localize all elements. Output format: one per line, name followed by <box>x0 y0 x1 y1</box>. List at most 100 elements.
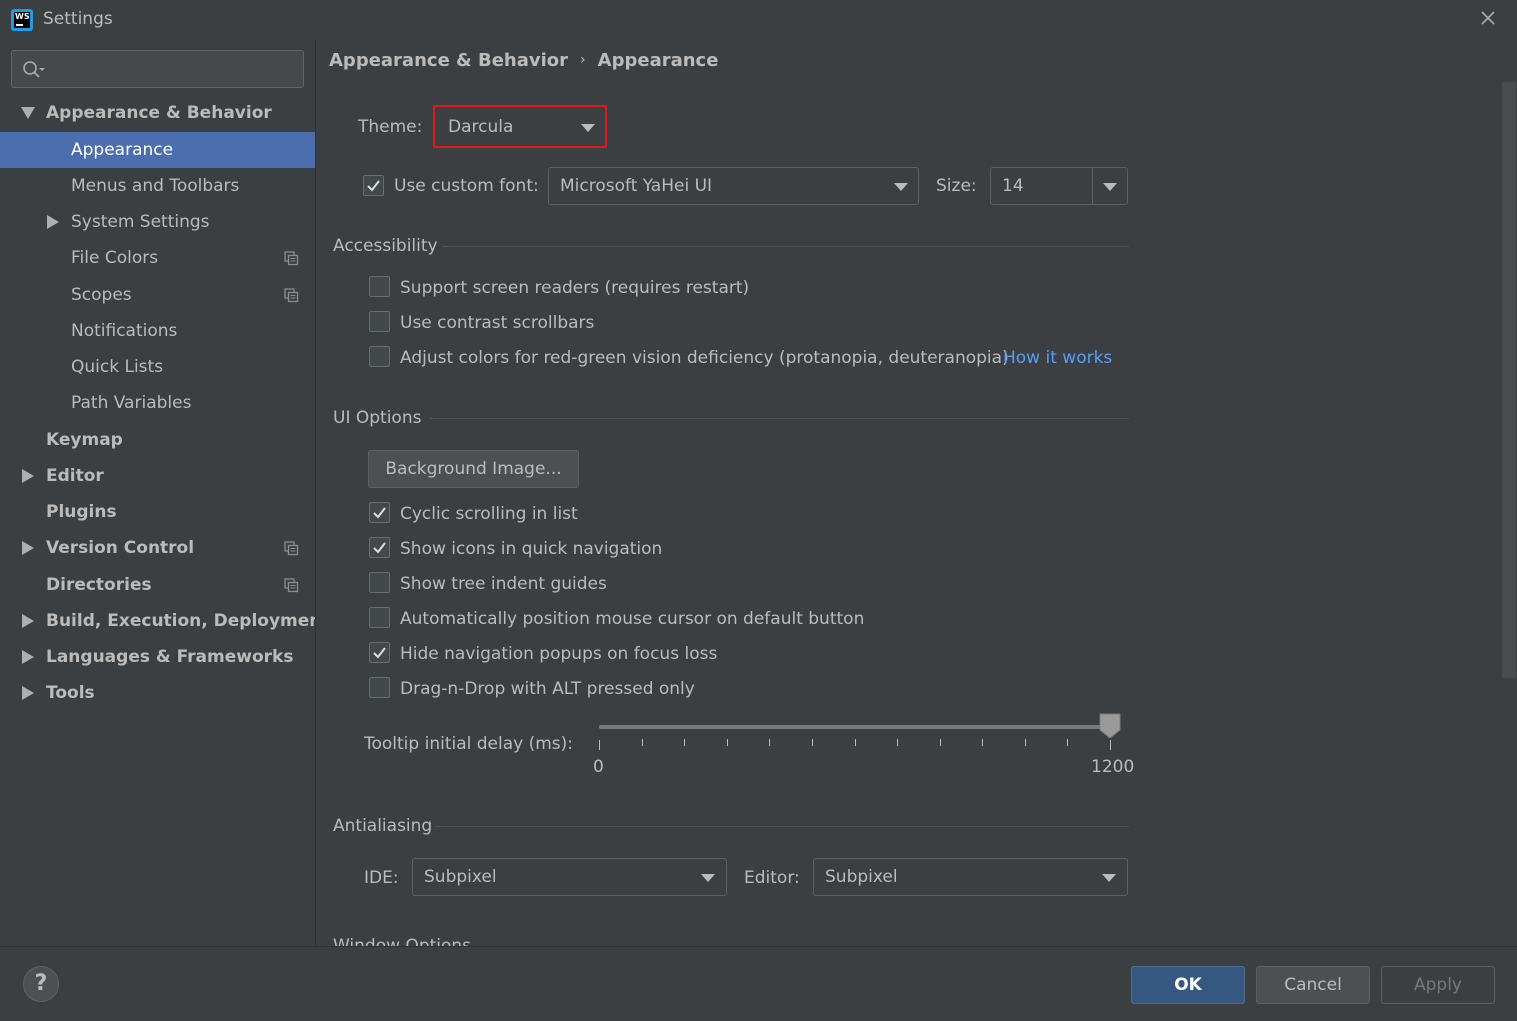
tooltip-delay-min-label: 0 <box>593 757 604 777</box>
window-title: Settings <box>43 9 113 29</box>
accessibility-option-checkbox[interactable] <box>369 346 390 367</box>
font-size-value[interactable]: 14 <box>1002 168 1024 204</box>
section-divider <box>435 826 1129 827</box>
ui-option-label: Drag-n-Drop with ALT pressed only <box>400 679 695 699</box>
sidebar-item[interactable]: File Colors <box>0 240 315 276</box>
search-icon[interactable] <box>22 60 46 80</box>
editor-antialiasing-label: Editor: <box>744 868 800 888</box>
editor-antialiasing-dropdown[interactable]: Subpixel <box>813 858 1128 896</box>
sidebar-item[interactable]: Editor <box>0 458 315 494</box>
help-button[interactable]: ? <box>23 966 59 1002</box>
title-bar: WS Settings <box>0 0 1517 40</box>
sidebar-item[interactable]: Menus and Toolbars <box>0 168 315 204</box>
slider-tick <box>684 739 685 746</box>
sidebar-item[interactable]: Directories <box>0 567 315 603</box>
custom-font-dropdown[interactable]: Microsoft YaHei UI <box>548 167 919 205</box>
apply-button[interactable]: Apply <box>1381 966 1495 1004</box>
collapsed-arrow-icon[interactable] <box>22 650 34 664</box>
combo-divider <box>1092 168 1093 204</box>
breadcrumb-separator: › <box>580 52 586 68</box>
sidebar-item-label: System Settings <box>71 212 210 232</box>
ui-option-checkbox[interactable] <box>369 502 390 523</box>
sidebar-item-label: Editor <box>46 466 104 486</box>
chevron-down-icon <box>701 874 715 882</box>
sidebar-item[interactable]: Appearance & Behavior <box>0 95 315 131</box>
sidebar-item[interactable]: Languages & Frameworks <box>0 639 315 675</box>
collapsed-arrow-icon[interactable] <box>22 614 34 628</box>
slider-tick <box>982 739 983 746</box>
collapsed-arrow-icon[interactable] <box>47 215 59 229</box>
expanded-arrow-icon[interactable] <box>21 107 35 119</box>
chevron-down-icon[interactable] <box>1103 183 1117 191</box>
collapsed-arrow-icon[interactable] <box>22 686 34 700</box>
ide-antialiasing-label: IDE: <box>364 868 399 888</box>
sidebar-item[interactable]: Plugins <box>0 494 315 530</box>
ui-option-checkbox[interactable] <box>369 572 390 593</box>
close-icon[interactable] <box>1478 8 1498 28</box>
use-custom-font-checkbox[interactable] <box>363 175 384 196</box>
ui-option-label: Show tree indent guides <box>400 574 607 594</box>
ide-antialiasing-value: Subpixel <box>424 867 497 887</box>
ui-option-label: Cyclic scrolling in list <box>400 504 578 524</box>
project-scope-copy-icon <box>284 251 299 266</box>
settings-search-box[interactable] <box>11 50 304 88</box>
ok-button[interactable]: OK <box>1131 966 1245 1004</box>
ui-option-label: Show icons in quick navigation <box>400 539 663 559</box>
theme-dropdown[interactable]: Darcula <box>436 108 604 145</box>
section-divider <box>442 246 1129 247</box>
slider-tick <box>812 739 813 746</box>
sidebar-item[interactable]: Scopes <box>0 277 315 313</box>
slider-tick <box>599 740 600 750</box>
webstorm-app-icon: WS <box>11 9 33 31</box>
sidebar-item[interactable]: Quick Lists <box>0 349 315 385</box>
cancel-button[interactable]: Cancel <box>1256 966 1370 1004</box>
font-size-combo[interactable]: 14 <box>990 167 1128 205</box>
sidebar-item[interactable]: Notifications <box>0 313 315 349</box>
tooltip-delay-slider-thumb[interactable] <box>1098 713 1122 739</box>
sidebar-item[interactable]: Keymap <box>0 422 315 458</box>
sidebar-item[interactable]: System Settings <box>0 204 315 240</box>
ui-option-checkbox[interactable] <box>369 537 390 558</box>
accessibility-option-checkbox[interactable] <box>369 311 390 332</box>
chevron-down-icon <box>581 124 595 132</box>
sidebar-item[interactable]: Path Variables <box>0 385 315 421</box>
slider-tick <box>1025 739 1026 746</box>
ui-option-checkbox[interactable] <box>369 677 390 698</box>
slider-tick <box>940 739 941 746</box>
slider-tick <box>897 739 898 746</box>
editor-antialiasing-value: Subpixel <box>825 867 898 887</box>
ui-option-checkbox[interactable] <box>369 642 390 663</box>
project-scope-copy-icon <box>284 288 299 303</box>
sidebar-item-label: Languages & Frameworks <box>46 647 294 667</box>
tooltip-delay-max-label: 1200 <box>1091 757 1135 777</box>
ide-antialiasing-dropdown[interactable]: Subpixel <box>412 858 727 896</box>
theme-label: Theme: <box>358 117 423 137</box>
tooltip-delay-slider-track[interactable] <box>599 725 1110 729</box>
project-scope-copy-icon <box>284 541 299 556</box>
settings-search-input[interactable] <box>54 57 294 81</box>
breadcrumb-current: Appearance <box>597 50 719 71</box>
sidebar-item[interactable]: Appearance <box>0 132 315 168</box>
ui-option-label: Hide navigation popups on focus loss <box>400 644 718 664</box>
background-image-button[interactable]: Background Image... <box>368 450 579 488</box>
settings-content-panel: Appearance & Behavior › Appearance Theme: … <box>316 40 1517 946</box>
sidebar-item-label: Directories <box>46 575 152 595</box>
sidebar-item-label: Notifications <box>71 321 178 341</box>
custom-font-value: Microsoft YaHei UI <box>560 176 713 196</box>
content-scrollbar-thumb[interactable] <box>1502 82 1516 678</box>
sidebar-item-label: Tools <box>46 683 95 703</box>
sidebar-item-label: Menus and Toolbars <box>71 176 240 196</box>
sidebar-item[interactable]: Version Control <box>0 530 315 566</box>
window-options-section-title: Window Options <box>333 936 472 946</box>
accessibility-option-checkbox[interactable] <box>369 276 390 297</box>
sidebar-item[interactable]: Build, Execution, Deployment <box>0 603 330 639</box>
breadcrumb: Appearance & Behavior › Appearance <box>329 50 718 74</box>
collapsed-arrow-icon[interactable] <box>22 541 34 555</box>
breadcrumb-parent[interactable]: Appearance & Behavior <box>329 50 568 71</box>
accessibility-option-label: Support screen readers (requires restart… <box>400 278 750 298</box>
ui-option-checkbox[interactable] <box>369 607 390 628</box>
sidebar-item[interactable]: Tools <box>0 675 315 711</box>
how-it-works-link[interactable]: How it works <box>1003 347 1112 369</box>
sidebar-item-label: Appearance & Behavior <box>46 103 272 123</box>
collapsed-arrow-icon[interactable] <box>22 469 34 483</box>
